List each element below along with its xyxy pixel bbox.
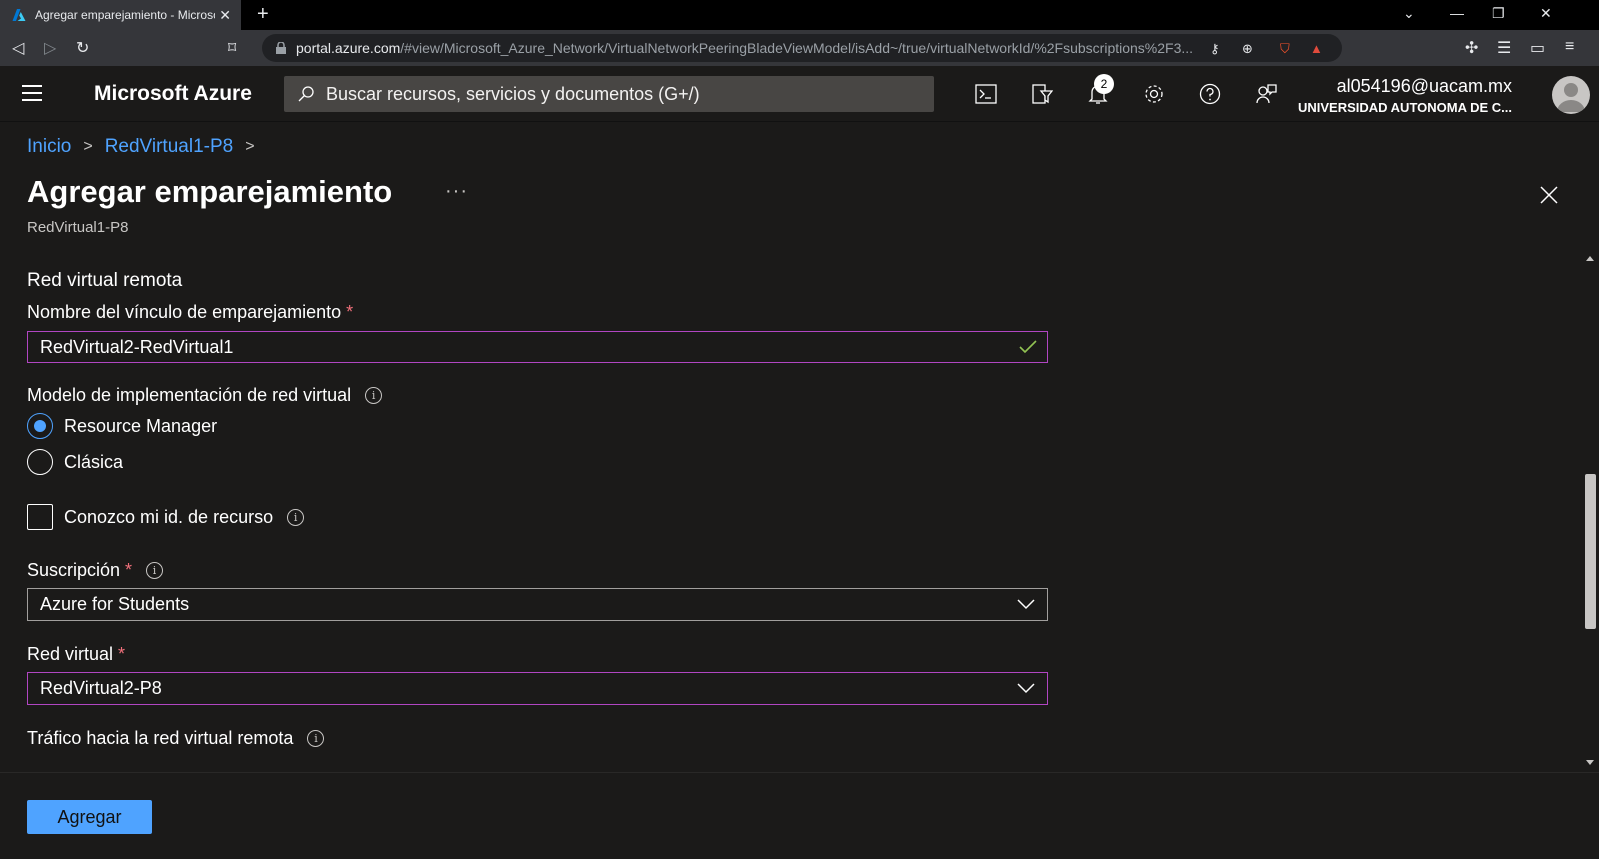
traffic-label-text: Tráfico hacia la red virtual remota: [27, 728, 294, 748]
vnet-value: RedVirtual2-P8: [40, 678, 162, 698]
breadcrumb-home[interactable]: Inicio: [27, 136, 71, 158]
browser-tabstrip: Agregar emparejamiento - Microsoft Azure…: [0, 0, 1599, 30]
resource-id-checkbox-label: Conozco mi id. de recurso: [64, 506, 274, 527]
scroll-up-icon[interactable]: [1586, 256, 1594, 261]
section-title: Red virtual remota: [27, 270, 183, 291]
key-icon[interactable]: ⚷: [1210, 41, 1220, 57]
vnet-label: Red virtual *: [27, 644, 125, 665]
avatar[interactable]: [1552, 76, 1590, 114]
required-marker: *: [346, 302, 354, 322]
deployment-model-label: Modelo de implementación de red virtual …: [27, 385, 383, 406]
address-bar[interactable]: portal.azure.com/#view/Microsoft_Azure_N…: [262, 34, 1342, 62]
breadcrumb: Inicio > RedVirtual1-P8 >: [27, 136, 267, 158]
settings-gear-icon[interactable]: [1140, 80, 1168, 108]
peering-name-label-text: Nombre del vínculo de emparejamiento: [27, 302, 342, 322]
chevron-right-icon: >: [245, 138, 255, 155]
feedback-icon[interactable]: [1252, 80, 1280, 108]
chevron-down-icon: [1017, 599, 1035, 610]
add-button[interactable]: Agregar: [27, 800, 152, 834]
extensions-icon[interactable]: ✣: [1465, 38, 1478, 58]
chevron-down-icon: [1017, 683, 1035, 694]
wallet-icon[interactable]: ▭: [1530, 38, 1545, 58]
search-icon: [298, 86, 314, 102]
peering-name-value: RedVirtual2-RedVirtual1: [40, 336, 234, 357]
breadcrumb-vnet[interactable]: RedVirtual1-P8: [105, 136, 234, 158]
vnet-label-text: Red virtual: [27, 644, 114, 664]
global-search[interactable]: Buscar recursos, servicios y documentos …: [284, 76, 934, 112]
subscription-label: Suscripción * i: [27, 560, 164, 581]
tab-search-icon[interactable]: ⌄: [1403, 5, 1415, 22]
zoom-icon[interactable]: ⊕: [1242, 41, 1253, 57]
radio-resource-manager[interactable]: Resource Manager: [27, 413, 217, 439]
required-marker: *: [118, 644, 126, 664]
peering-name-input[interactable]: RedVirtual2-RedVirtual1: [27, 331, 1048, 363]
required-marker: *: [125, 560, 133, 580]
more-options-icon[interactable]: ···: [445, 180, 468, 203]
azure-logo-icon: [12, 9, 26, 21]
info-icon[interactable]: i: [287, 508, 305, 526]
info-icon[interactable]: i: [307, 730, 325, 747]
page-subtitle: RedVirtual1-P8: [27, 219, 129, 236]
blade-footer: Agregar: [0, 772, 1599, 859]
deployment-model-label-text: Modelo de implementación de red virtual: [27, 385, 352, 405]
subscription-dropdown[interactable]: Azure for Students: [27, 588, 1048, 621]
forward-icon[interactable]: ▷: [44, 38, 56, 58]
portal-menu-icon[interactable]: [22, 85, 42, 101]
info-icon[interactable]: i: [146, 562, 164, 579]
user-email[interactable]: al054196@uacam.mx: [1337, 76, 1512, 97]
azure-header: Microsoft Azure Buscar recursos, servici…: [0, 66, 1599, 122]
brave-rewards-icon[interactable]: ▲: [1310, 41, 1323, 56]
brave-shield-icon[interactable]: ⛉: [1280, 41, 1290, 57]
checkmark-icon: [1019, 340, 1037, 354]
reload-icon[interactable]: ↻: [76, 38, 89, 58]
scrollbar-thumb[interactable]: [1585, 474, 1596, 629]
window-close-icon[interactable]: ✕: [1540, 5, 1552, 22]
browser-tab[interactable]: Agregar emparejamiento - Microsoft Azure…: [0, 0, 241, 30]
radio-label: Clásica: [64, 451, 124, 472]
url-text: portal.azure.com/#view/Microsoft_Azure_N…: [296, 40, 1206, 56]
url-host: portal.azure.com: [296, 40, 401, 56]
radio-classic[interactable]: Clásica: [27, 449, 123, 475]
directory-filter-icon[interactable]: [1028, 80, 1056, 108]
lock-icon: [276, 42, 286, 54]
tab-title: Agregar emparejamiento - Microsoft Azure: [35, 8, 215, 22]
browser-toolbar: ◁ ▷ ↻ ⌑ portal.azure.com/#view/Microsoft…: [0, 30, 1599, 66]
subscription-value: Azure for Students: [40, 594, 190, 614]
resource-id-checkbox[interactable]: [27, 504, 53, 530]
subscription-label-text: Suscripción: [27, 560, 121, 580]
form-scrollbar[interactable]: [1582, 252, 1599, 770]
notifications-badge: 2: [1094, 74, 1114, 94]
menu-icon[interactable]: ≡: [1565, 38, 1574, 56]
restore-icon[interactable]: ❐: [1492, 5, 1505, 22]
page-title: Agregar emparejamiento: [27, 174, 393, 209]
vnet-dropdown[interactable]: RedVirtual2-P8: [27, 672, 1048, 705]
playlist-icon[interactable]: ☰: [1497, 38, 1511, 58]
info-icon[interactable]: i: [365, 387, 383, 404]
traffic-label: Tráfico hacia la red virtual remota i: [27, 728, 325, 749]
user-directory[interactable]: UNIVERSIDAD AUTONOMA DE C...: [1298, 100, 1512, 115]
search-placeholder: Buscar recursos, servicios y documentos …: [326, 83, 700, 104]
cloud-shell-icon[interactable]: [972, 80, 1000, 108]
radio-label: Resource Manager: [64, 415, 218, 436]
brand-title[interactable]: Microsoft Azure: [94, 82, 252, 106]
url-path: /#view/Microsoft_Azure_Network/VirtualNe…: [400, 40, 1194, 56]
form-scroll-area[interactable]: Red virtual remota Nombre del vínculo de…: [0, 252, 1599, 770]
radio-unselected-icon[interactable]: [27, 449, 53, 475]
chevron-right-icon: >: [83, 138, 93, 155]
new-tab-icon[interactable]: +: [257, 3, 269, 26]
tab-close-icon[interactable]: ✕: [219, 7, 231, 24]
bookmark-icon[interactable]: ⌑: [228, 38, 236, 58]
resource-id-checkbox-row[interactable]: Conozco mi id. de recurso i: [27, 504, 305, 530]
minimize-icon[interactable]: —: [1450, 5, 1464, 21]
close-icon[interactable]: [1538, 184, 1560, 206]
peering-name-label: Nombre del vínculo de emparejamiento *: [27, 302, 353, 323]
scroll-down-icon[interactable]: [1586, 760, 1594, 765]
back-icon[interactable]: ◁: [12, 38, 24, 58]
help-icon[interactable]: [1196, 80, 1224, 108]
radio-selected-icon[interactable]: [27, 413, 53, 439]
